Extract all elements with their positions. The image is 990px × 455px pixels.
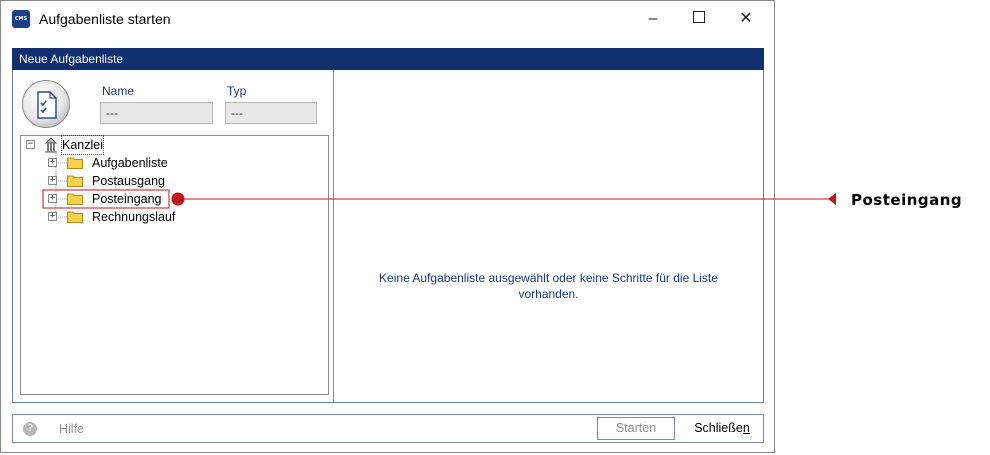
steps-pane: Keine Aufgabenliste ausgewählt oder kein… bbox=[334, 70, 763, 402]
collapse-toggle[interactable]: − bbox=[26, 140, 35, 149]
folder-tree[interactable]: − Kanzlei + Aufgabenliste + Postausgang … bbox=[20, 135, 329, 395]
bottom-bar: ? Hilfe Starten Schließen bbox=[12, 414, 764, 443]
window-title: Aufgabenliste starten bbox=[39, 11, 171, 27]
maximize-icon bbox=[693, 11, 705, 24]
callout-arrow-icon bbox=[828, 193, 836, 205]
folder-icon bbox=[67, 193, 83, 205]
folder-icon bbox=[67, 211, 83, 223]
close-window-button[interactable]: ✕ bbox=[723, 1, 769, 37]
typ-field: --- bbox=[225, 102, 317, 124]
start-button[interactable]: Starten bbox=[597, 417, 675, 440]
folder-icon bbox=[67, 175, 83, 187]
main-frame: Name Typ --- --- − Kanzlei + Aufgabenlis… bbox=[12, 70, 764, 403]
task-list-icon bbox=[22, 80, 70, 128]
typ-label: Typ bbox=[227, 84, 247, 98]
minimize-button[interactable]: – bbox=[630, 1, 676, 37]
help-icon: ? bbox=[23, 422, 37, 436]
left-pane: Name Typ --- --- − Kanzlei + Aufgabenlis… bbox=[13, 70, 334, 402]
tree-label: Posteingang bbox=[92, 192, 162, 206]
building-icon bbox=[44, 137, 58, 153]
tree-label: Kanzlei bbox=[61, 135, 104, 155]
empty-message: Keine Aufgabenliste ausgewählt oder kein… bbox=[334, 270, 763, 302]
tree-label: Postausgang bbox=[92, 174, 165, 188]
expand-toggle[interactable]: + bbox=[48, 158, 57, 167]
app-icon: CMS bbox=[12, 10, 30, 28]
name-label: Name bbox=[102, 84, 135, 98]
dialog-window: CMS Aufgabenliste starten – ✕ Neue Aufga… bbox=[0, 0, 775, 453]
expand-toggle[interactable]: + bbox=[48, 212, 57, 221]
folder-icon bbox=[67, 157, 83, 169]
tree-label: Aufgabenliste bbox=[92, 156, 168, 170]
name-field: --- bbox=[100, 102, 213, 124]
expand-toggle[interactable]: + bbox=[48, 176, 57, 185]
help-button[interactable]: Hilfe bbox=[59, 422, 84, 436]
title-bar: CMS Aufgabenliste starten – ✕ bbox=[1, 1, 774, 37]
empty-message-line: vorhanden. bbox=[518, 287, 579, 301]
close-button[interactable]: Schließen bbox=[685, 417, 759, 440]
empty-message-line: Keine Aufgabenliste ausgewählt oder kein… bbox=[379, 271, 718, 285]
section-header: Neue Aufgabenliste bbox=[12, 48, 764, 70]
callout-label: Posteingang bbox=[851, 191, 963, 209]
tree-label: Rechnungslauf bbox=[92, 210, 176, 224]
maximize-button[interactable] bbox=[676, 1, 722, 37]
expand-toggle[interactable]: + bbox=[48, 194, 57, 203]
